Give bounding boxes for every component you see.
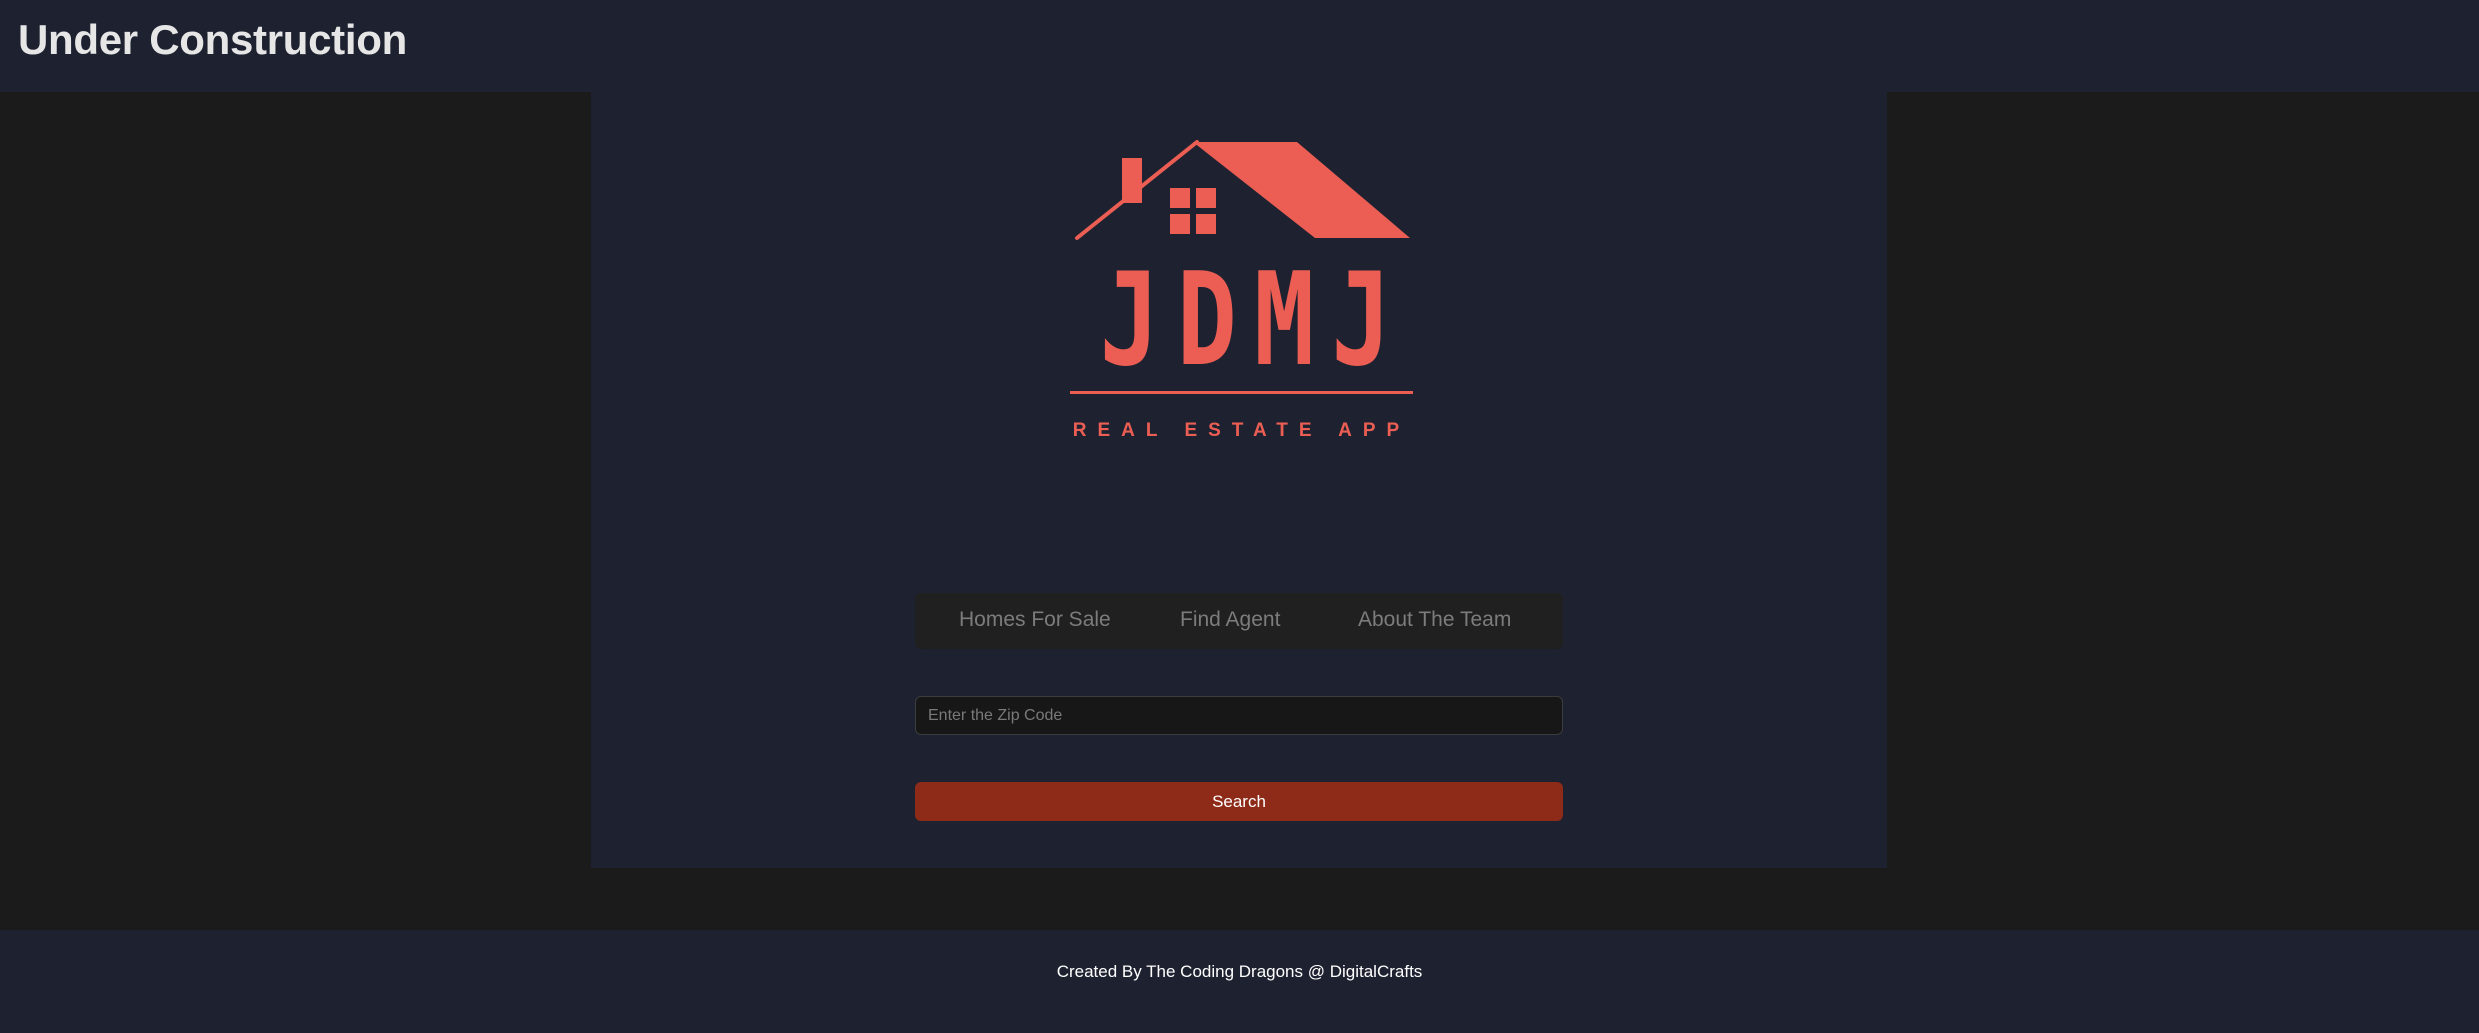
page-title: Under Construction xyxy=(18,16,407,63)
nav-find-agent[interactable]: Find Agent xyxy=(1180,608,1280,632)
brand-logo-text: JDMJ xyxy=(1099,246,1409,395)
zip-code-input[interactable] xyxy=(915,696,1563,735)
nav-homes-for-sale[interactable]: Homes For Sale xyxy=(959,608,1111,632)
brand-tagline: REAL ESTATE APP xyxy=(1072,420,1411,441)
main-nav: Homes For Sale Find Agent About The Team xyxy=(915,593,1563,649)
nav-about-the-team[interactable]: About The Team xyxy=(1358,608,1511,632)
search-button[interactable]: Search xyxy=(915,782,1563,821)
footer: Created By The Coding Dragons @ DigitalC… xyxy=(0,930,2479,1033)
footer-credit: Created By The Coding Dragons @ DigitalC… xyxy=(1056,962,1423,981)
top-header: Under Construction xyxy=(0,0,2479,92)
logo-divider xyxy=(1070,391,1413,394)
